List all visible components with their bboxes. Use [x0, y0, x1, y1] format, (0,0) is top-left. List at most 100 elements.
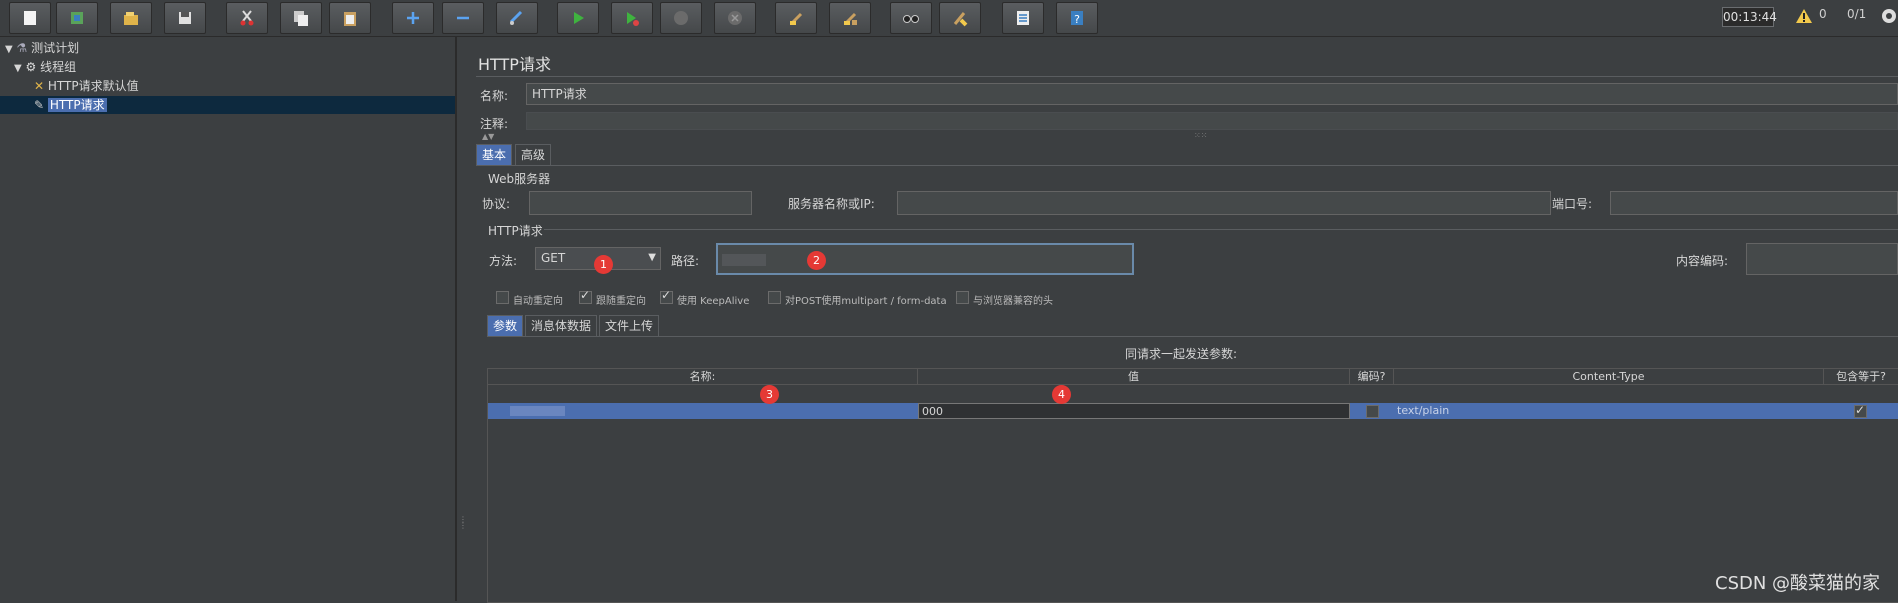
- follow-redirect-auto-checkbox[interactable]: [496, 291, 509, 304]
- tree-item-label: HTTP请求默认值: [47, 79, 139, 93]
- encode-checkbox[interactable]: [1366, 405, 1379, 418]
- new-icon: [24, 11, 36, 25]
- tree-item-label: HTTP请求: [47, 98, 107, 112]
- tab-advanced[interactable]: 高级: [515, 144, 552, 165]
- check-icon: ✓: [580, 288, 591, 302]
- column-header-content-type[interactable]: Content-Type: [1394, 369, 1824, 385]
- keepalive-checkbox[interactable]: ✓: [660, 288, 673, 304]
- redacted-block: [510, 406, 565, 416]
- http-request-section-title: HTTP请求: [488, 224, 543, 238]
- tree-item-label: 测试计划: [31, 41, 80, 55]
- expand-arrow-icon[interactable]: ▼: [14, 63, 22, 74]
- server-field[interactable]: [897, 191, 1551, 215]
- path-field[interactable]: [716, 243, 1134, 275]
- start-icon: [574, 12, 584, 24]
- stop-button[interactable]: [660, 2, 702, 34]
- browser-headers-checkbox[interactable]: [956, 291, 969, 304]
- warning-icon: [1796, 9, 1812, 23]
- column-header-include-equals[interactable]: 包含等于?: [1824, 369, 1898, 385]
- expand-icon: [407, 12, 419, 24]
- templates-icon: [71, 12, 83, 24]
- wrench-icon: ✕: [34, 79, 45, 93]
- include-equals-checkbox[interactable]: ✓: [1854, 403, 1867, 418]
- protocol-field[interactable]: [529, 191, 752, 215]
- open-button[interactable]: [110, 2, 152, 34]
- param-content-type-cell[interactable]: text/plain: [1394, 403, 1824, 419]
- comment-field[interactable]: [526, 112, 1898, 130]
- new-button[interactable]: [9, 2, 51, 34]
- follow-redirect-checkbox[interactable]: ✓: [579, 288, 592, 304]
- function-helper-icon: [1017, 11, 1029, 25]
- start-no-pause-icon: [627, 12, 639, 26]
- port-field[interactable]: [1610, 191, 1898, 215]
- annotation-badge-1: 1: [594, 255, 613, 274]
- chevron-down-icon[interactable]: ▼: [648, 248, 656, 268]
- toggle-icon: [509, 10, 523, 25]
- path-label: 路径:: [671, 254, 700, 268]
- function-helper-button[interactable]: [1002, 2, 1044, 34]
- tab-basic[interactable]: 基本: [476, 144, 513, 165]
- templates-button[interactable]: [56, 2, 98, 34]
- collapse-arrows-icon[interactable]: ▲▼: [482, 132, 494, 141]
- checkbox-label: 跟随重定向: [596, 296, 646, 307]
- expand-button[interactable]: [392, 2, 434, 34]
- column-header-value[interactable]: 值: [918, 369, 1350, 385]
- clear-icon: [789, 12, 803, 26]
- copy-button[interactable]: [280, 2, 322, 34]
- checkbox-label: 对POST使用multipart / form-data: [785, 296, 947, 307]
- save-button[interactable]: [164, 2, 206, 34]
- check-icon: ✓: [661, 288, 672, 302]
- gear-icon[interactable]: [1880, 7, 1898, 25]
- tab-file-upload[interactable]: 文件上传: [599, 315, 660, 336]
- comment-label: 注释:: [480, 117, 509, 131]
- cut-button[interactable]: [226, 2, 268, 34]
- port-label: 端口号:: [1552, 197, 1593, 211]
- param-include-equals-cell[interactable]: ✓: [1824, 403, 1898, 419]
- param-name-cell[interactable]: [488, 403, 918, 419]
- checkbox-label: 与浏览器兼容的头: [973, 296, 1053, 307]
- flask-icon: ⚗: [16, 41, 28, 55]
- clear-all-button[interactable]: [829, 2, 871, 34]
- watermark: CSDN @酸菜猫的家: [1715, 573, 1881, 594]
- svg-text:?: ?: [1074, 13, 1080, 26]
- paste-button[interactable]: [329, 2, 371, 34]
- params-title: 同请求一起发送参数:: [1125, 347, 1238, 361]
- reset-search-button[interactable]: [939, 2, 981, 34]
- tree-item-defaults[interactable]: ✕ HTTP请求默认值: [34, 77, 139, 95]
- clear-button[interactable]: [775, 2, 817, 34]
- start-button[interactable]: [557, 2, 599, 34]
- gear-icon: ⚙: [25, 60, 37, 74]
- table-row[interactable]: 000 text/plain ✓: [488, 386, 1898, 419]
- pipette-icon: ✎: [34, 98, 45, 112]
- redacted-block: [722, 254, 766, 266]
- column-header-encode[interactable]: 编码?: [1350, 369, 1394, 385]
- search-button[interactable]: [890, 2, 932, 34]
- collapse-button[interactable]: [442, 2, 484, 34]
- column-header-name[interactable]: 名称:: [488, 369, 918, 385]
- resize-grip-icon[interactable]: ⁙⁙: [1194, 131, 1207, 140]
- tree-item-plan[interactable]: ▼ ⚗ 测试计划: [5, 39, 79, 57]
- parameters-table: 名称: 值 编码? Content-Type 包含等于? 000 text/pl…: [487, 368, 1898, 603]
- warning-count: 0: [1819, 7, 1827, 21]
- param-encode-cell[interactable]: [1350, 403, 1394, 419]
- shutdown-button[interactable]: [714, 2, 756, 34]
- toggle-button[interactable]: [496, 2, 538, 34]
- tree-item-group[interactable]: ▼ ⚙ 线程组: [14, 58, 76, 76]
- param-value-cell[interactable]: 000: [918, 403, 1350, 419]
- tree-item-request[interactable]: ✎ HTTP请求: [0, 96, 455, 114]
- method-value: GET: [541, 251, 566, 265]
- protocol-label: 协议:: [482, 197, 511, 211]
- annotation-badge-3: 3: [760, 385, 779, 404]
- method-label: 方法:: [489, 254, 518, 268]
- expand-arrow-icon[interactable]: ▼: [5, 44, 13, 55]
- encoding-field[interactable]: [1746, 243, 1898, 275]
- start-no-pause-button[interactable]: [611, 2, 653, 34]
- checkbox-label: 自动重定向: [513, 296, 563, 307]
- tab-body-data[interactable]: 消息体数据: [525, 315, 598, 336]
- open-icon: [124, 12, 138, 25]
- help-button[interactable]: ?: [1056, 2, 1098, 34]
- name-field[interactable]: HTTP请求: [526, 83, 1898, 105]
- checkbox-label: 使用 KeepAlive: [677, 296, 750, 307]
- tab-parameters[interactable]: 参数: [487, 315, 524, 336]
- multipart-checkbox[interactable]: [768, 291, 781, 304]
